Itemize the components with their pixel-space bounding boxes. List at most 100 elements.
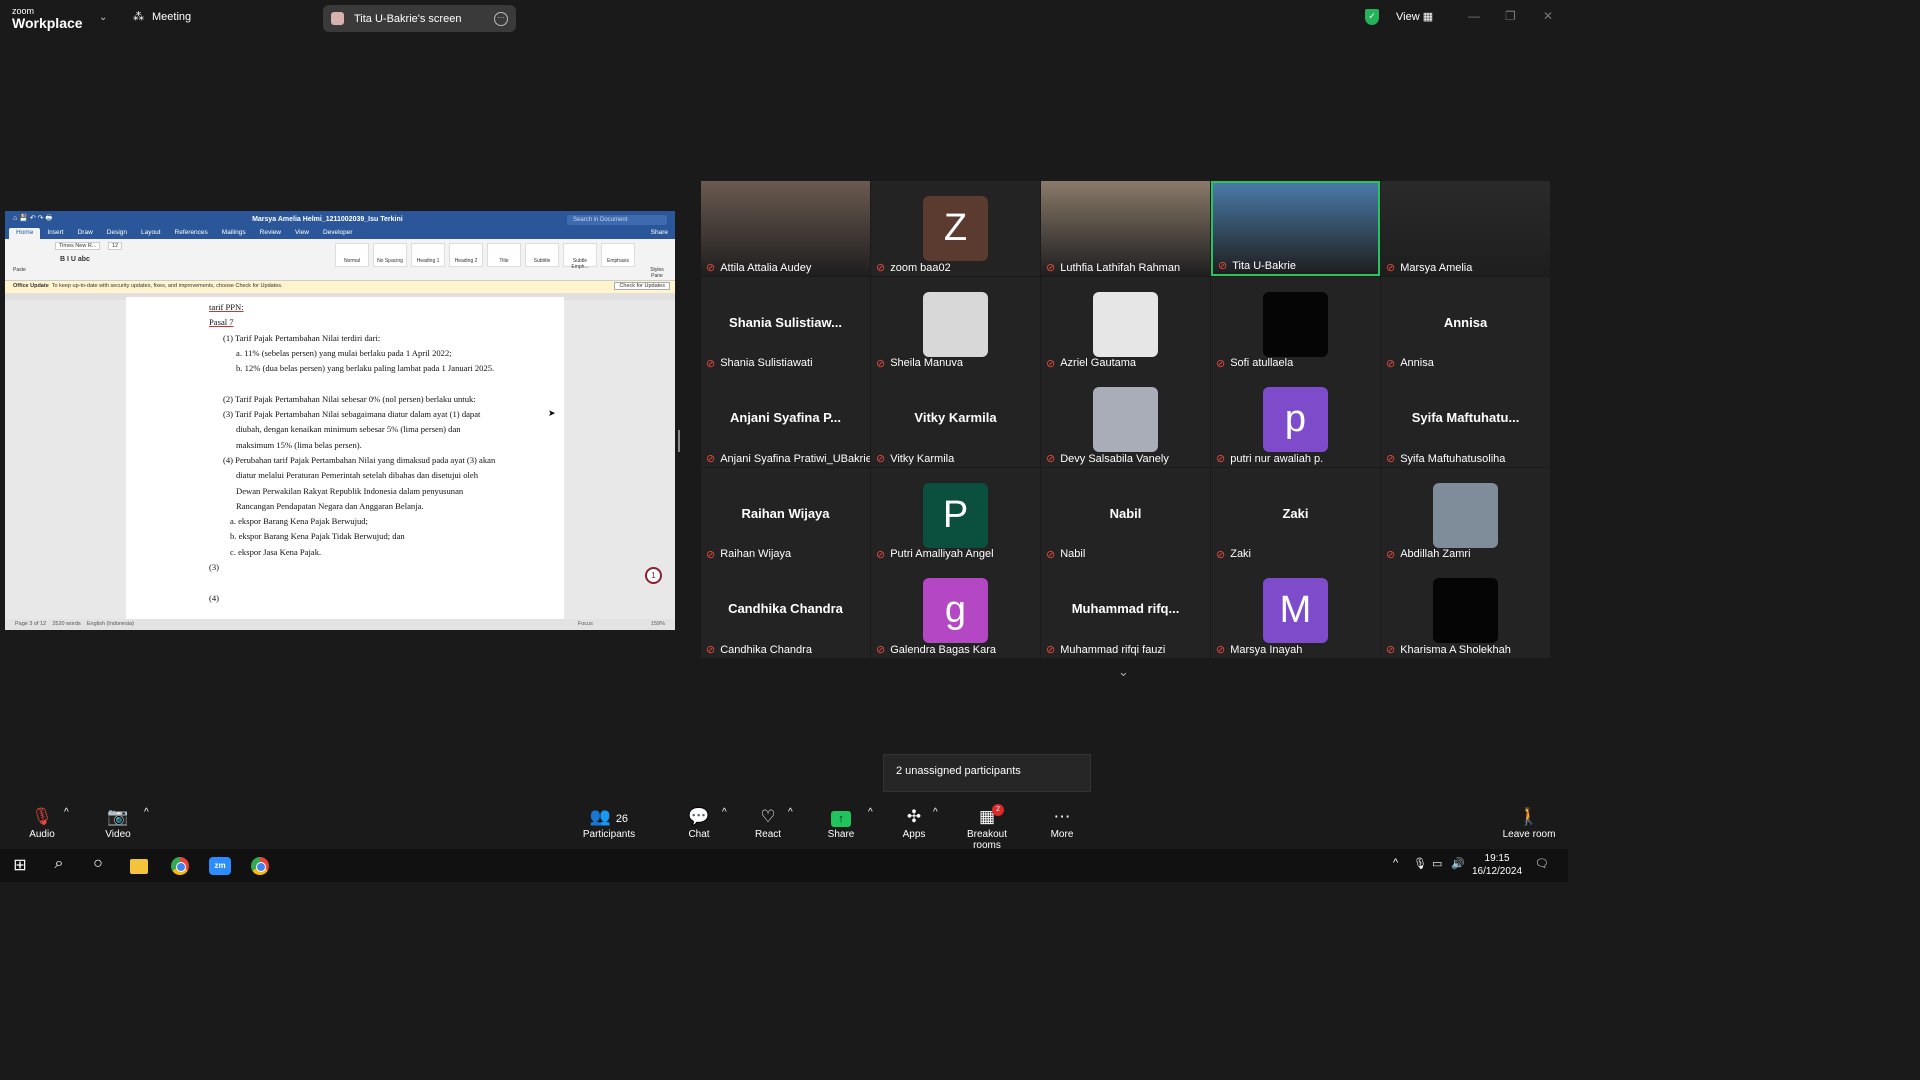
task-view-icon[interactable]: ○ xyxy=(86,855,110,877)
participant-tile[interactable]: Vitky Karmila ⊘ Vitky Karmila xyxy=(871,372,1040,467)
tab-review[interactable]: Review xyxy=(253,228,288,239)
tab-design[interactable]: Design xyxy=(100,228,134,239)
chrome-profile-icon[interactable] xyxy=(251,857,269,875)
participant-tile[interactable]: Zaki ⊘ Zaki xyxy=(1211,467,1380,563)
participant-tile[interactable]: P ⊘ Putri Amalliyah Angel xyxy=(871,467,1040,563)
paste-button[interactable]: Paste xyxy=(13,267,26,273)
check-updates-button[interactable]: Check for Updates xyxy=(614,282,670,290)
focus-button[interactable]: Focus xyxy=(578,621,593,627)
style-heading-2[interactable]: Heading 2 xyxy=(449,243,483,267)
participant-tile[interactable]: ⊘ Luthfia Lathifah Rahman xyxy=(1041,181,1210,276)
close-icon[interactable]: ✕ xyxy=(1543,9,1553,23)
tab-mailings[interactable]: Mailings xyxy=(215,228,253,239)
audio-options-caret-icon[interactable]: ^ xyxy=(64,807,69,818)
search-icon[interactable]: ⌕ xyxy=(47,855,71,877)
tab-developer[interactable]: Developer xyxy=(316,228,360,239)
apps-options-caret-icon[interactable]: ^ xyxy=(933,807,938,818)
format-buttons[interactable]: B I U abc xyxy=(60,256,90,263)
participant-tile[interactable]: M ⊘ Marsya Inayah xyxy=(1211,563,1380,658)
participant-tile[interactable]: ⊘ Devy Salsabila Vanely xyxy=(1041,372,1210,467)
style-subtle-emphasis[interactable]: Subtle Emph... xyxy=(563,243,597,270)
network-icon[interactable]: ▭ xyxy=(1432,857,1442,870)
breakout-rooms-button[interactable]: ▦ 2 Breakout rooms xyxy=(952,804,1022,851)
participant-tile[interactable]: Annisa ⊘ Annisa xyxy=(1381,276,1550,372)
react-button[interactable]: ♡ React xyxy=(752,807,784,840)
tab-insert[interactable]: Insert xyxy=(40,228,70,239)
participant-tile[interactable]: ⊘ Sheila Manuva xyxy=(871,276,1040,372)
share-button[interactable]: ↑ Share xyxy=(826,807,856,840)
comment-badge[interactable]: 1 xyxy=(645,567,662,584)
participant-tile[interactable]: Anjani Syafina P... ⊘ Anjani Syafina Prati… xyxy=(701,372,870,467)
windows-start-icon[interactable]: ⊞ xyxy=(8,855,32,877)
participant-tile[interactable]: p ⊘ putri nur awaliah p. xyxy=(1211,372,1380,467)
share-options-caret-icon[interactable]: ^ xyxy=(868,807,873,818)
split-divider-handle[interactable] xyxy=(678,430,680,452)
meeting-menu[interactable]: ⁂ Meeting xyxy=(133,10,191,24)
participant-name-label: ⊘ Syifa Maftuhatusoliha xyxy=(1386,452,1505,466)
more-options-icon[interactable]: ··· xyxy=(494,11,508,26)
chrome-icon[interactable] xyxy=(171,857,189,875)
participant-name-label: ⊘ Putri Amalliyah Angel xyxy=(876,548,994,561)
participant-tile[interactable]: ⊘ Attila Attalia Audey xyxy=(701,181,870,276)
participants-button[interactable]: 👥 26 Participants xyxy=(581,807,637,840)
tray-chevron-icon[interactable]: ^ xyxy=(1393,857,1398,869)
participant-tile[interactable]: ⊘ Tita U-Bakrie xyxy=(1211,181,1380,276)
video-button[interactable]: 📷 Video xyxy=(100,807,136,840)
document-page[interactable]: tarif PPN: Pasal 7 (1) Tarif Pajak Perta… xyxy=(126,297,564,619)
participant-tile[interactable]: Nabil ⊘ Nabil xyxy=(1041,467,1210,563)
participant-tile[interactable]: Candhika Chandra ⊘ Candhika Chandra xyxy=(701,563,870,658)
tab-home[interactable]: Home xyxy=(9,228,41,239)
volume-icon[interactable]: 🔊 xyxy=(1451,857,1465,870)
style-heading-1[interactable]: Heading 1 xyxy=(411,243,445,267)
style-normal[interactable]: Normal xyxy=(335,243,369,267)
restore-icon[interactable]: ❐ xyxy=(1505,9,1516,23)
chevron-down-icon[interactable]: ⌄ xyxy=(99,12,107,23)
minimize-icon[interactable]: — xyxy=(1468,9,1480,23)
file-explorer-icon[interactable] xyxy=(130,859,148,874)
more-button[interactable]: ⋯ More xyxy=(1048,807,1076,840)
view-button[interactable]: View ▦ xyxy=(1396,10,1433,23)
participant-tile[interactable]: Syifa Maftuhatu... ⊘ Syifa Maftuhatusoliha xyxy=(1381,372,1550,467)
chat-options-caret-icon[interactable]: ^ xyxy=(722,807,727,818)
tab-layout[interactable]: Layout xyxy=(134,228,168,239)
apps-button[interactable]: ✣ Apps xyxy=(900,807,928,840)
clock[interactable]: 19:15 16/12/2024 xyxy=(1472,852,1522,878)
word-share-button[interactable]: Share xyxy=(644,228,675,239)
participant-tile[interactable]: ⊘ Azriel Gautama xyxy=(1041,276,1210,372)
video-options-caret-icon[interactable]: ^ xyxy=(144,807,149,818)
participant-tile[interactable]: ⊘ Kharisma A Sholekhah xyxy=(1381,563,1550,658)
style-title[interactable]: Title xyxy=(487,243,521,267)
tray-mic-icon[interactable]: 🎙 xyxy=(1413,857,1427,870)
zoom-app-icon[interactable]: zm xyxy=(209,857,231,875)
participant-tile[interactable]: Z ⊘ zoom baa02 xyxy=(871,181,1040,276)
zoom-level[interactable]: 159% xyxy=(651,621,665,627)
style-no-spacing[interactable]: No Spacing xyxy=(373,243,407,267)
font-size-select[interactable]: 12 xyxy=(108,242,123,250)
participant-tile[interactable]: ⊘ Sofi atullaela xyxy=(1211,276,1380,372)
microphone-muted-icon: ⊘ xyxy=(1046,644,1056,656)
tab-draw[interactable]: Draw xyxy=(71,228,100,239)
participant-tile[interactable]: ⊘ Abdillah Zamri xyxy=(1381,467,1550,563)
audio-button[interactable]: 🎙 Audio xyxy=(24,807,60,840)
style-emphasis[interactable]: Emphasis xyxy=(601,243,635,267)
font-select[interactable]: Times New R... xyxy=(55,242,101,250)
chevron-down-icon[interactable]: ⌄ xyxy=(1118,664,1129,680)
leave-room-button[interactable]: 🚶 Leave room xyxy=(1500,807,1558,840)
screen-share-pill[interactable]: Tita U-Bakrie's screen ··· xyxy=(323,5,516,32)
style-subtitle[interactable]: Subtitle xyxy=(525,243,559,267)
notifications-icon[interactable]: 🗨 xyxy=(1535,857,1549,870)
participant-tile[interactable]: Muhammad rifq... ⊘ Muhammad rifqi fauzi xyxy=(1041,563,1210,658)
participant-tile[interactable]: Raihan Wijaya ⊘ Raihan Wijaya xyxy=(701,467,870,563)
styles-pane-button[interactable]: Styles Pane xyxy=(645,267,669,279)
tab-view[interactable]: View xyxy=(288,228,316,239)
unassigned-participants-notice[interactable]: 2 unassigned participants xyxy=(883,754,1091,792)
chat-button[interactable]: 💬 Chat xyxy=(684,807,714,840)
participant-tile[interactable]: Shania Sulistiaw... ⊘ Shania Sulistiawati xyxy=(701,276,870,372)
word-search-input[interactable]: Search in Document xyxy=(567,214,667,225)
tab-references[interactable]: References xyxy=(168,228,215,239)
participant-name: Devy Salsabila Vanely xyxy=(1060,452,1169,465)
shield-icon[interactable]: ✓ xyxy=(1365,9,1379,25)
participant-tile[interactable]: g ⊘ Galendra Bagas Kara xyxy=(871,563,1040,658)
react-options-caret-icon[interactable]: ^ xyxy=(788,807,793,818)
participant-tile[interactable]: ⊘ Marsya Amelia xyxy=(1381,181,1550,276)
